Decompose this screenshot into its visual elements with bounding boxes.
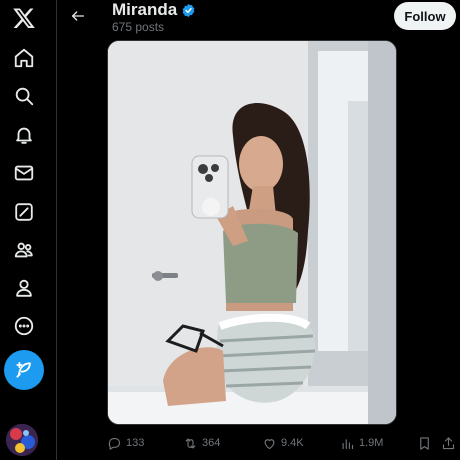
views-bar-chart-icon (342, 438, 354, 449)
heart-icon (264, 438, 275, 449)
post-count: 675 posts (112, 20, 165, 34)
profile-name: Miranda (112, 0, 178, 19)
compose-post-button[interactable] (4, 350, 44, 390)
profile-header: Miranda 675 posts Follow (57, 0, 460, 38)
views-button[interactable]: 1.9M (340, 432, 383, 454)
follow-button[interactable]: Follow (394, 2, 456, 30)
share-upload-icon (442, 436, 455, 449)
search-icon[interactable] (8, 80, 40, 112)
profile-name-row: Miranda (112, 0, 196, 20)
verified-badge-icon (182, 3, 195, 17)
bookmark-icon (420, 436, 429, 450)
view-count: 1.9M (359, 437, 384, 449)
arrow-left-icon (72, 11, 84, 21)
bookmark-button[interactable] (417, 432, 432, 454)
messages-envelope-icon[interactable] (8, 157, 40, 189)
repost-arrows-icon (185, 438, 196, 448)
share-button[interactable] (441, 432, 456, 454)
feather-plus-icon (16, 362, 31, 378)
home-icon[interactable] (8, 42, 40, 74)
like-button[interactable]: 9.4K (262, 432, 304, 454)
grok-icon[interactable] (8, 196, 40, 228)
notifications-bell-icon[interactable] (8, 119, 40, 151)
post-actions-bar: 133 364 9.4K 1.9M (57, 432, 460, 454)
sidebar (0, 0, 57, 460)
account-avatar[interactable] (6, 424, 38, 456)
reply-button[interactable]: 133 (107, 432, 144, 454)
like-count: 9.4K (281, 437, 304, 449)
profile-person-icon[interactable] (8, 272, 40, 304)
selfie-photo-image (108, 41, 396, 424)
more-circle-icon[interactable] (8, 310, 40, 342)
repost-count: 364 (202, 437, 221, 449)
reply-count: 133 (126, 437, 145, 449)
back-button[interactable] (63, 3, 93, 29)
reply-bubble-icon (108, 437, 121, 450)
post-photo[interactable] (107, 40, 397, 425)
communities-icon[interactable] (8, 234, 40, 266)
x-logo-icon[interactable] (8, 2, 40, 34)
repost-button[interactable]: 364 (183, 432, 220, 454)
